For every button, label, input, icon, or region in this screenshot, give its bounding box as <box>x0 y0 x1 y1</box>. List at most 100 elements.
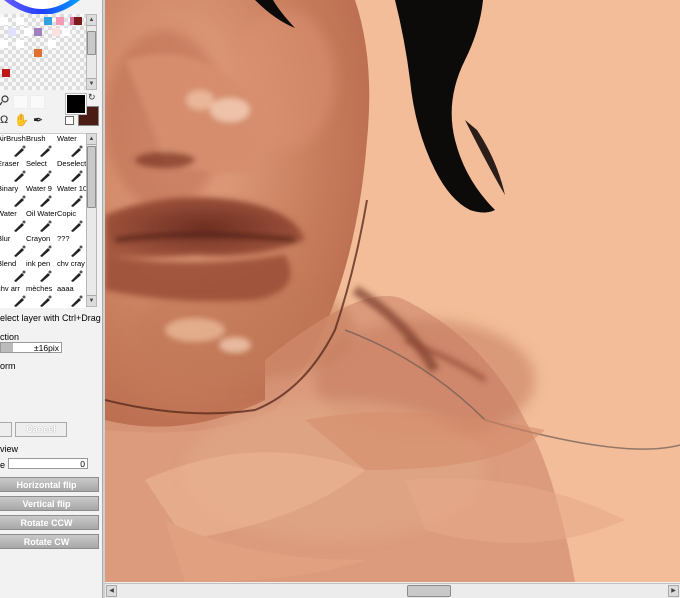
palette-swatch[interactable] <box>48 40 56 48</box>
brush-tool-4[interactable]: Eraser <box>0 159 29 183</box>
palette-swatch[interactable] <box>16 17 24 25</box>
palette-swatch[interactable] <box>16 40 24 48</box>
scroll-up-icon[interactable]: ▲ <box>87 15 96 26</box>
tool-grid-scroll-thumb[interactable] <box>87 146 96 208</box>
rotation-slider[interactable]: ±16pix <box>0 342 62 353</box>
palette-swatch[interactable] <box>52 28 60 36</box>
brush-tool-label: Water 10 <box>57 184 88 193</box>
brush-tool-9[interactable]: Water 10 <box>57 184 88 208</box>
brush-icon <box>71 145 83 157</box>
brush-icon <box>71 295 83 307</box>
rotate-ccw-button[interactable]: Rotate CCW <box>0 515 99 530</box>
brush-icon <box>14 145 26 157</box>
brush-tool-13[interactable]: Blur <box>0 234 29 258</box>
horizontal-flip-button[interactable]: Horizontal flip <box>0 477 99 492</box>
brush-icon <box>71 270 83 282</box>
brush-tool-label: mèches <box>26 284 53 293</box>
brush-icon <box>71 170 83 182</box>
scroll-right-icon[interactable]: ▶ <box>668 585 679 597</box>
brush-icon <box>71 245 83 257</box>
brush-icon <box>40 245 52 257</box>
brush-tool-label: AirBrush <box>0 134 26 143</box>
foreground-color-swatch[interactable] <box>65 93 87 115</box>
palette-scrollbar[interactable]: ▲ ▼ <box>86 14 97 90</box>
brush-tool-label: Select <box>26 159 47 168</box>
brush-tool-8[interactable]: Water 9 <box>26 184 55 208</box>
canvas-hscrollbar[interactable]: ◀ ▶ <box>105 583 680 598</box>
vertical-flip-button[interactable]: Vertical flip <box>0 496 99 511</box>
brush-tool-10[interactable]: Water <box>0 209 29 233</box>
color-palette <box>0 14 86 90</box>
palette-swatch[interactable] <box>74 17 82 25</box>
color-wheel-icon[interactable] <box>0 0 85 14</box>
rotation-slider-fill <box>1 343 13 352</box>
rotate-icon[interactable]: ✋ <box>14 113 29 127</box>
brush-tool-1[interactable]: AirBrush <box>0 134 29 158</box>
palette-swatch[interactable] <box>2 69 10 77</box>
eyedropper-icon[interactable]: ✒ <box>33 113 43 127</box>
swap-colors-icon[interactable]: ↻ <box>88 92 96 103</box>
brush-tool-5[interactable]: Select <box>26 159 55 183</box>
ok-button[interactable] <box>0 422 12 437</box>
brush-tool-3[interactable]: Water <box>57 134 86 158</box>
select-layer-hint: elect layer with Ctrl+Drag <box>0 313 101 323</box>
palette-swatch[interactable] <box>0 40 8 48</box>
brush-tool-18[interactable]: chv cray <box>57 259 86 283</box>
brush-tool-7[interactable]: Binary <box>0 184 29 208</box>
angle-label: e <box>0 460 6 470</box>
reset-colors-icon[interactable] <box>65 116 74 125</box>
brush-icon <box>71 220 83 232</box>
transform-label: orm <box>0 361 16 371</box>
scroll-down-icon[interactable]: ▼ <box>87 295 96 306</box>
rotate-cw-button[interactable]: Rotate CW <box>0 534 99 549</box>
empty-slot-2[interactable] <box>30 95 45 109</box>
brush-icon <box>14 170 26 182</box>
brush-icon <box>14 195 26 207</box>
brush-tool-label: Water 9 <box>26 184 52 193</box>
palette-swatch[interactable] <box>56 17 64 25</box>
zoom-icon[interactable] <box>0 94 10 106</box>
brush-tool-19[interactable]: chv arr <box>0 284 29 308</box>
brush-tool-label: Binary <box>0 184 19 193</box>
brush-tool-15[interactable]: ??? <box>57 234 86 258</box>
brush-icon <box>14 270 26 282</box>
scroll-down-icon[interactable]: ▼ <box>87 78 96 89</box>
brush-tool-label: chv cray <box>57 259 85 268</box>
palette-swatch[interactable] <box>0 17 8 25</box>
scroll-up-icon[interactable]: ▲ <box>87 134 96 145</box>
brush-tool-21[interactable]: aaaa <box>57 284 86 308</box>
palette-swatch[interactable] <box>24 28 32 36</box>
empty-slot-1[interactable] <box>13 95 28 109</box>
brush-tool-6[interactable]: Deselect <box>57 159 86 183</box>
palette-swatch[interactable] <box>34 28 42 36</box>
canvas-hscroll-thumb[interactable] <box>407 585 451 597</box>
brush-tool-label: Copic <box>57 209 77 218</box>
palette-swatch[interactable] <box>62 28 70 36</box>
hand-icon[interactable]: Ω <box>0 114 8 126</box>
brush-icon <box>40 170 52 182</box>
painting-artwork <box>105 0 680 582</box>
tool-grid-scrollbar[interactable]: ▲ ▼ <box>86 133 97 307</box>
cancel-label: Cancel <box>26 424 56 434</box>
tool-panel: ▲ ▼ ↻ Ω ✋ ✒ AirBrushBrush Water Eraser Sele… <box>0 0 102 598</box>
scroll-left-icon[interactable]: ◀ <box>106 585 117 597</box>
angle-input[interactable]: 0 <box>8 458 88 469</box>
brush-tool-11[interactable]: Oil Water <box>26 209 57 233</box>
brush-icon <box>14 220 26 232</box>
cancel-button[interactable]: Cancel <box>15 422 67 437</box>
brush-icon <box>14 245 26 257</box>
palette-swatch[interactable] <box>8 28 16 36</box>
drawing-canvas[interactable] <box>105 0 680 582</box>
brush-tool-12[interactable]: Copic <box>57 209 86 233</box>
brush-tool-16[interactable]: Blend <box>0 259 29 283</box>
palette-swatch[interactable] <box>44 17 52 25</box>
brush-tool-label: Brush <box>26 134 46 143</box>
brush-icon <box>40 145 52 157</box>
brush-tool-2[interactable]: Brush <box>26 134 55 158</box>
palette-scroll-thumb[interactable] <box>87 31 96 55</box>
brush-tool-17[interactable]: ink pen <box>26 259 55 283</box>
rotation-value: ±16pix <box>34 343 59 353</box>
brush-tool-20[interactable]: mèches <box>26 284 55 308</box>
palette-swatch[interactable] <box>34 49 42 57</box>
brush-tool-14[interactable]: Crayon <box>26 234 55 258</box>
